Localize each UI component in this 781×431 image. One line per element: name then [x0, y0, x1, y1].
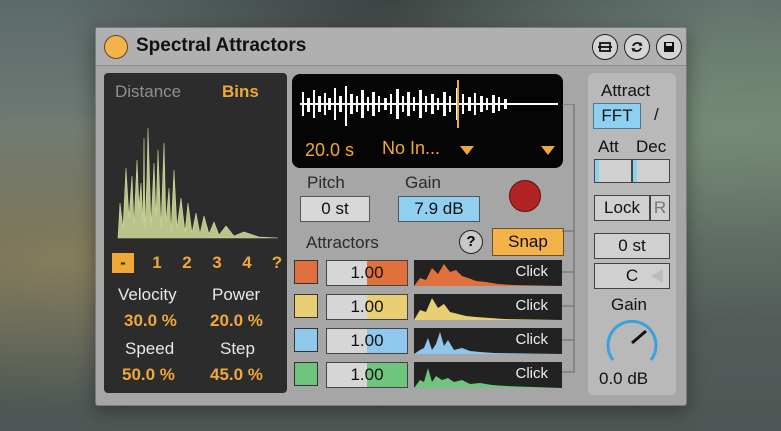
attractor-spectrum-4[interactable]: Click	[414, 362, 562, 388]
triangle-left-icon	[651, 269, 663, 283]
help-button[interactable]: ?	[459, 230, 483, 254]
record-button[interactable]	[509, 180, 541, 212]
output-gain-label: Gain	[611, 295, 647, 314]
attractor-color-1[interactable]	[294, 260, 318, 284]
velocity-value[interactable]: 30.0 %	[124, 311, 177, 331]
dec-label: Dec	[636, 137, 667, 156]
bin-mode-selector: - 1 2 3 4 ?	[112, 253, 292, 273]
attractor-amount-3[interactable]: 1.00	[326, 328, 408, 354]
swap-button[interactable]	[624, 34, 650, 60]
velocity-label: Velocity	[118, 285, 177, 304]
transpose-field[interactable]: 0 st	[594, 233, 670, 259]
attract-mode-slash[interactable]: /	[654, 105, 659, 125]
att-label: Att	[598, 137, 619, 156]
routing-lines	[562, 104, 575, 373]
output-gain-value[interactable]: 0.0 dB	[599, 369, 648, 389]
key-selector[interactable]: C	[594, 263, 670, 289]
save-button[interactable]	[656, 34, 682, 60]
power-label: Power	[212, 285, 261, 304]
bin-mode-help[interactable]: ?	[262, 253, 292, 273]
speed-label: Speed	[125, 339, 175, 358]
bin-mode-1[interactable]: 1	[142, 253, 172, 273]
sample-duration: 20.0 s	[305, 140, 355, 160]
sample-name[interactable]: No In...	[382, 138, 440, 159]
attractor-color-2[interactable]	[294, 294, 318, 318]
attractor-spectrum-3[interactable]: Click	[414, 328, 562, 354]
attractors-label: Attractors	[306, 233, 379, 252]
tab-distance[interactable]: Distance	[115, 82, 181, 102]
step-value[interactable]: 45.0 %	[210, 365, 263, 385]
fold-button[interactable]	[592, 34, 618, 60]
attractor-spectrum-2[interactable]: Click	[414, 294, 562, 320]
speed-value[interactable]: 50.0 %	[122, 365, 175, 385]
bins-spectrum-display	[117, 127, 279, 239]
attractor-color-4[interactable]	[294, 362, 318, 386]
distance-bins-panel: Distance Bins - 1 2 3 4 ? Velocity 30.0 …	[104, 73, 287, 393]
bin-mode-2[interactable]: 2	[172, 253, 202, 273]
lock-button[interactable]: Lock	[594, 195, 650, 221]
device-title: Spectral Attractors	[136, 35, 307, 56]
step-label: Step	[220, 339, 255, 358]
snap-button[interactable]: Snap	[492, 228, 564, 256]
attractor-amount-2[interactable]: 1.00	[326, 294, 408, 320]
bin-mode-minus[interactable]: -	[112, 253, 134, 273]
bin-mode-4[interactable]: 4	[232, 253, 262, 273]
triangle-down-icon[interactable]	[541, 146, 555, 155]
device-power-button[interactable]	[104, 35, 128, 59]
tab-bins[interactable]: Bins	[222, 82, 259, 102]
attract-panel: Attract FFT / Att Dec Lock R 0 st C Gain…	[588, 73, 676, 395]
sample-waveform-display[interactable]: 20.0 s No In...	[292, 74, 563, 168]
save-icon	[664, 42, 674, 52]
pitch-field[interactable]: 0 st	[300, 196, 370, 222]
attractor-color-3[interactable]	[294, 328, 318, 352]
dec-field[interactable]	[632, 159, 670, 183]
gain-field[interactable]: 7.9 dB	[398, 196, 480, 222]
gain-label: Gain	[405, 173, 441, 192]
attractor-amount-4[interactable]: 1.00	[326, 362, 408, 388]
attract-label: Attract	[601, 81, 651, 100]
swap-icon	[631, 42, 643, 52]
bin-mode-3[interactable]: 3	[202, 253, 232, 273]
power-value[interactable]: 20.0 %	[210, 311, 263, 331]
att-field[interactable]	[594, 159, 632, 183]
triangle-down-icon[interactable]	[460, 146, 474, 155]
attractor-amount-1[interactable]: 1.00	[326, 260, 408, 286]
waveform	[300, 80, 558, 128]
fft-button[interactable]: FFT	[593, 103, 641, 129]
r-button[interactable]: R	[650, 195, 670, 221]
output-gain-knob[interactable]	[604, 315, 660, 371]
fold-icon	[598, 42, 612, 52]
device-panel: Spectral Attractors Distance Bins - 1 2 …	[95, 27, 687, 406]
key-value: C	[625, 266, 639, 285]
pitch-label: Pitch	[307, 173, 345, 192]
attractor-spectrum-1[interactable]: Click	[414, 260, 562, 286]
device-titlebar: Spectral Attractors	[96, 28, 686, 66]
